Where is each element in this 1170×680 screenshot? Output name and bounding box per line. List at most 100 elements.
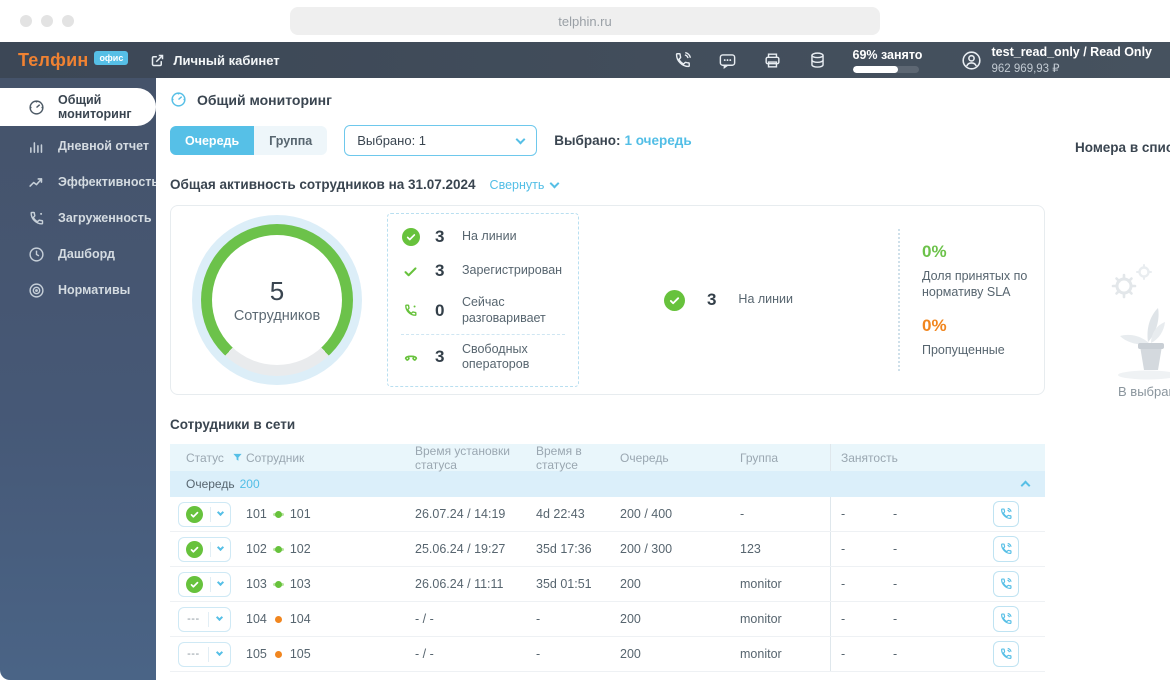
dropdown-value: Выбрано: 1 [357,133,427,148]
dotted-divider [898,229,900,371]
table-row: 103 103 26.06.24 / 11:11 35d 01:51 200 mo… [170,567,1045,602]
table-row: --- 105 105 - / - - 200 monitor - - [170,637,1045,672]
queue-group-row[interactable]: Очередь 200 [170,471,1045,497]
status-dropdown[interactable]: --- [178,641,231,667]
missed-label: Пропущенные [922,342,1005,357]
view-switcher: Очередь Группа [170,126,328,155]
stat-value: 3 [435,227,445,247]
sidebar-item-monitoring[interactable]: Общий мониторинг [0,88,156,126]
bar-chart-icon [28,138,45,155]
table-row: 101 101 26.07.24 / 14:19 4d 22:43 200 / 4… [170,497,1045,532]
call-button[interactable] [993,606,1019,632]
check-icon [401,262,420,281]
personal-cabinet-link[interactable]: Личный кабинет [150,52,280,68]
waiting-list-title: Номера в списке ожи [1075,140,1170,155]
time-in-status: 4d 22:43 [536,507,585,521]
queue-cell: 200 / 300 [620,542,673,556]
stat-registered: 3 Зарегистрирован [401,254,565,288]
busy-b: - [893,647,898,661]
queue-cell: 200 [620,577,641,591]
user-menu[interactable]: test_read_only / Read Only 962 969,93 ₽ [961,45,1152,75]
group-cell: - [740,507,745,521]
office-badge: офис [94,51,129,65]
sidebar-item-daily-report[interactable]: Дневной отчет [0,128,156,164]
chevron-down-icon [549,178,560,188]
main-content: Общий мониторинг Очередь Группа Выбрано:… [156,78,1170,680]
call-button[interactable] [993,571,1019,597]
queue-select-dropdown[interactable]: Выбрано: 1 [344,125,538,156]
group-cell: monitor [740,612,782,626]
table-row: --- 104 104 - / - - 200 monitor - - [170,602,1045,637]
group-cell: 123 [740,542,761,556]
trend-icon [28,174,45,191]
busy-b: - [893,542,898,556]
monitoring-gauge-icon [170,91,187,108]
time-in-status: - [536,647,541,661]
employee-ext: 102 [246,542,267,556]
waiting-list-caption: В выбранн [1118,384,1170,399]
chevron-down-icon [216,508,225,517]
col-busyness: Занятость [830,444,1045,471]
status-dropdown[interactable]: --- [178,606,231,632]
collapse-link[interactable]: Свернуть [490,178,560,192]
maximize-window-button[interactable] [62,15,74,27]
sidebar-item-standards[interactable]: Нормативы [0,272,156,308]
sla-value: 0% [922,242,947,262]
time-in-status: 35d 17:36 [536,542,592,556]
time-in-status: - [536,612,541,626]
queue-cell: 200 [620,647,641,661]
chat-icon[interactable] [718,51,737,70]
col-status-set-time: Время установки статуса [415,443,510,472]
status-set-time: - / - [415,612,434,626]
sidebar-item-efficiency[interactable]: Эффективность [0,164,160,200]
tab-queue[interactable]: Очередь [170,126,255,155]
selected-summary: Выбрано: 1 очередь [554,133,691,148]
employee-name: 104 [289,612,311,626]
call-button[interactable] [993,501,1019,527]
gauge-icon [28,99,45,116]
capacity-indicator: 69% занято [852,48,935,73]
browser-window: telphin.ru Телфин офис Личный кабинет 69… [0,0,1170,680]
phone-icon[interactable] [673,51,692,70]
employees-donut-chart: 5 Сотрудников [192,215,362,385]
address-bar[interactable]: telphin.ru [290,7,880,35]
activity-section-title: Общая активность сотрудников на 31.07.20… [170,177,476,192]
close-window-button[interactable] [20,15,32,27]
personal-cabinet-label: Личный кабинет [173,52,280,68]
sidebar-item-dashboard[interactable]: Дашборд [0,236,156,272]
sidebar-item-label: Эффективность [58,175,160,189]
sidebar-item-load[interactable]: Загруженность [0,200,156,236]
sidebar-item-label: Нормативы [58,283,131,297]
group-row-label: Очередь [186,477,235,491]
status-none-label: --- [187,613,200,625]
sla-stats: 0% Доля принятых по нормативу SLA 0% Про… [922,242,1044,358]
filter-icon[interactable] [232,452,243,463]
group-cell: monitor [740,647,782,661]
stat-free-operators: 3 Свободных операторов [401,333,565,380]
minimize-window-button[interactable] [41,15,53,27]
call-button[interactable] [993,536,1019,562]
window-controls[interactable] [20,15,74,27]
busy-a: - [841,507,846,521]
busy-b: - [893,577,898,591]
presence-dot-icon [274,580,282,588]
busy-b: - [893,507,898,521]
queue-cell: 200 [620,612,641,626]
status-set-time: 26.06.24 / 11:11 [415,577,504,591]
presence-dot-icon [274,650,282,658]
chevron-down-icon [216,578,225,587]
tab-group[interactable]: Группа [254,126,328,155]
online-highlight: 3 На линии [579,289,878,311]
chevron-down-icon [215,613,223,622]
printer-icon[interactable] [763,51,782,70]
database-icon[interactable] [808,51,827,70]
page-title: Общий мониторинг [197,91,332,108]
chevron-up-icon [1020,480,1031,491]
status-none-label: --- [187,648,200,660]
employee-name: 101 [289,507,311,521]
status-online-icon [186,575,203,593]
status-dropdown[interactable] [178,536,231,562]
status-dropdown[interactable] [178,501,231,527]
status-dropdown[interactable] [178,571,231,597]
call-button[interactable] [993,641,1019,667]
